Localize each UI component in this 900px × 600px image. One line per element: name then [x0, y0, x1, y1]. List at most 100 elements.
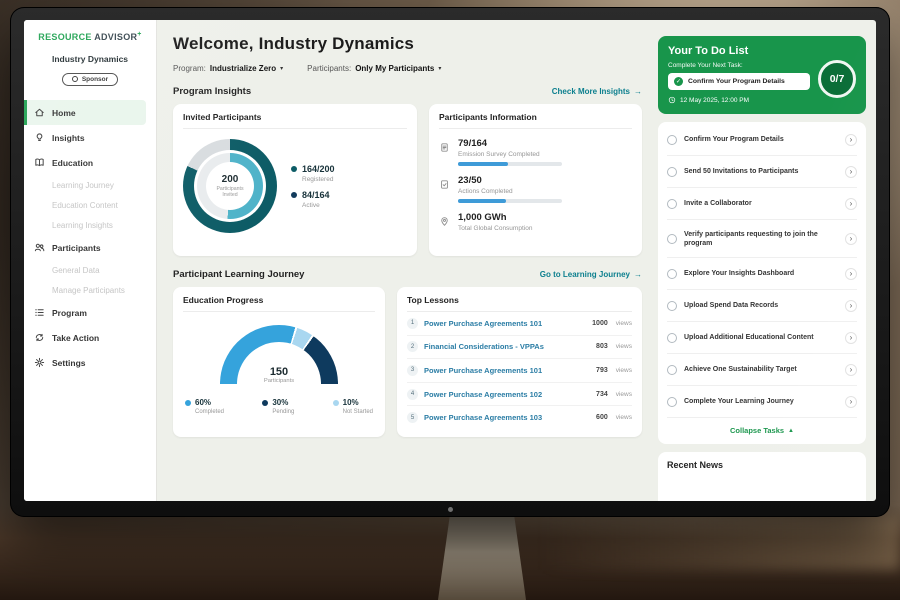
- participants-dropdown[interactable]: Participants: Only My Participants ▾: [307, 64, 441, 73]
- arrow-right-icon: →: [634, 87, 642, 96]
- chevron-right-icon[interactable]: ›: [845, 332, 857, 344]
- sidebar-item-home[interactable]: Home: [24, 100, 146, 125]
- participants-label: Participants:: [307, 64, 351, 73]
- chevron-right-icon[interactable]: ›: [845, 166, 857, 178]
- sidebar-item-label: Learning Insights: [52, 221, 113, 230]
- task-checkbox[interactable]: [667, 333, 677, 343]
- task-row[interactable]: Explore Your Insights Dashboard ›: [667, 258, 857, 290]
- sidebar-item-take-action[interactable]: Take Action: [24, 325, 156, 350]
- lesson-row[interactable]: 3 Power Purchase Agreements 101 793 view…: [407, 359, 632, 383]
- legend-item: 30% Pending: [262, 398, 294, 415]
- task-row[interactable]: Confirm Your Program Details ›: [667, 124, 857, 156]
- screen: RESOURCE ADVISOR+ Industry Dynamics Spon…: [24, 20, 876, 501]
- sponsor-label: Sponsor: [82, 76, 108, 83]
- chevron-right-icon[interactable]: ›: [845, 268, 857, 280]
- sidebar-item-education-content[interactable]: Education Content: [24, 195, 156, 215]
- task-row[interactable]: Complete Your Learning Journey ›: [667, 386, 857, 418]
- chevron-right-icon[interactable]: ›: [845, 233, 857, 245]
- logo-advisor: ADVISOR: [94, 32, 137, 42]
- task-checkbox[interactable]: [667, 234, 677, 244]
- chevron-up-icon: ▲: [788, 428, 794, 434]
- gear-icon: [34, 357, 45, 368]
- gauge-chart: 150 Participants: [220, 325, 338, 384]
- task-row[interactable]: Achieve One Sustainability Target ›: [667, 354, 857, 386]
- program-value: Industrialize Zero: [210, 64, 276, 73]
- sidebar-item-program[interactable]: Program: [24, 300, 156, 325]
- arrow-right-icon: →: [634, 270, 642, 279]
- main-content: Welcome, Industry Dynamics Program: Indu…: [157, 20, 656, 501]
- program-dropdown[interactable]: Program: Industrialize Zero ▾: [173, 64, 283, 73]
- sponsor-badge[interactable]: Sponsor: [62, 73, 118, 86]
- education-progress-card: Education Progress 150 Participants: [173, 287, 385, 437]
- task-checkbox[interactable]: [667, 269, 677, 279]
- legend-item: 10% Not Started: [333, 398, 373, 415]
- gauge-center-label: Participants: [220, 378, 338, 384]
- legend-dot-pending: [262, 400, 268, 406]
- logo-plus: +: [137, 31, 141, 38]
- chevron-right-icon[interactable]: ›: [845, 134, 857, 146]
- insights-icon: [34, 132, 45, 143]
- sidebar-item-learning-insights[interactable]: Learning Insights: [24, 215, 156, 235]
- chevron-down-icon: ▾: [280, 65, 283, 72]
- task-row[interactable]: Invite a Collaborator ›: [667, 188, 857, 220]
- task-row[interactable]: Upload Additional Educational Content ›: [667, 322, 857, 354]
- actions-icon: [439, 177, 450, 188]
- sidebar-item-label: Education Content: [52, 201, 118, 210]
- sidebar-item-learning-journey[interactable]: Learning Journey: [24, 175, 156, 195]
- chevron-right-icon[interactable]: ›: [845, 396, 857, 408]
- task-row[interactable]: Upload Spend Data Records ›: [667, 290, 857, 322]
- sidebar-item-settings[interactable]: Settings: [24, 350, 156, 375]
- collapse-tasks-link[interactable]: Collapse Tasks ▲: [667, 418, 857, 442]
- chevron-right-icon[interactable]: ›: [845, 300, 857, 312]
- org-name: Industry Dynamics: [24, 54, 156, 64]
- sidebar-item-label: Education: [52, 158, 93, 168]
- task-checkbox[interactable]: [667, 135, 677, 145]
- task-checkbox[interactable]: [667, 199, 677, 209]
- gauge-legend: 60% Completed 30% Pending: [183, 398, 375, 415]
- top-lessons-card: Top Lessons 1 Power Purchase Agreements …: [397, 287, 642, 437]
- lesson-row[interactable]: 1 Power Purchase Agreements 101 1000 vie…: [407, 312, 632, 336]
- take-action-icon: [34, 332, 45, 343]
- participants-information-card: Participants Information 79/164 Emission…: [429, 104, 642, 256]
- gauge-center-value: 150: [220, 366, 338, 378]
- sidebar-item-manage-participants[interactable]: Manage Participants: [24, 280, 156, 300]
- sidebar-item-label: Home: [52, 108, 76, 118]
- filters-row: Program: Industrialize Zero ▾ Participan…: [173, 64, 642, 73]
- todo-next-task[interactable]: ✓ Confirm Your Program Details: [668, 73, 810, 90]
- lesson-row[interactable]: 2 Financial Considerations - VPPAs 803 v…: [407, 336, 632, 360]
- recent-news-card: Recent News: [658, 452, 866, 501]
- task-checkbox[interactable]: [667, 301, 677, 311]
- invited-participants-card: Invited Participants 200 Participants In…: [173, 104, 417, 256]
- page-title: Welcome, Industry Dynamics: [173, 34, 642, 54]
- stat-emission-survey: 79/164 Emission Survey Completed: [439, 138, 632, 166]
- lesson-row[interactable]: 4 Power Purchase Agreements 102 734 view…: [407, 383, 632, 407]
- chevron-right-icon[interactable]: ›: [845, 198, 857, 210]
- task-row[interactable]: Send 50 Invitations to Participants ›: [667, 156, 857, 188]
- sponsor-icon: [72, 76, 78, 82]
- todo-title: Your To Do List: [668, 45, 856, 57]
- todo-due: 12 May 2025, 12:00 PM: [668, 96, 856, 104]
- app-logo: RESOURCE ADVISOR+: [24, 31, 156, 42]
- clock-icon: [668, 96, 676, 104]
- chevron-right-icon[interactable]: ›: [845, 364, 857, 376]
- sidebar-item-insights[interactable]: Insights: [24, 125, 156, 150]
- participants-value: Only My Participants: [355, 64, 434, 73]
- task-checkbox[interactable]: [667, 167, 677, 177]
- program-list-icon: [34, 307, 45, 318]
- sidebar-item-participants[interactable]: Participants: [24, 235, 156, 260]
- check-more-insights-link[interactable]: Check More Insights →: [552, 87, 642, 96]
- sidebar-item-label: Manage Participants: [52, 286, 125, 295]
- legend-dot-not-started: [333, 400, 339, 406]
- monitor: RESOURCE ADVISOR+ Industry Dynamics Spon…: [10, 7, 890, 517]
- logo-resource: RESOURCE: [38, 32, 91, 42]
- donut-center-value: 200: [222, 174, 239, 185]
- task-checkbox[interactable]: [667, 397, 677, 407]
- sidebar-item-education[interactable]: Education: [24, 150, 156, 175]
- lesson-row[interactable]: 5 Power Purchase Agreements 103 600 view…: [407, 406, 632, 429]
- sidebar-item-general-data[interactable]: General Data: [24, 260, 156, 280]
- legend-dot-registered: [291, 166, 297, 172]
- task-row[interactable]: Verify participants requesting to join t…: [667, 220, 857, 258]
- survey-icon: [439, 140, 450, 151]
- task-checkbox[interactable]: [667, 365, 677, 375]
- go-to-learning-journey-link[interactable]: Go to Learning Journey →: [540, 270, 642, 279]
